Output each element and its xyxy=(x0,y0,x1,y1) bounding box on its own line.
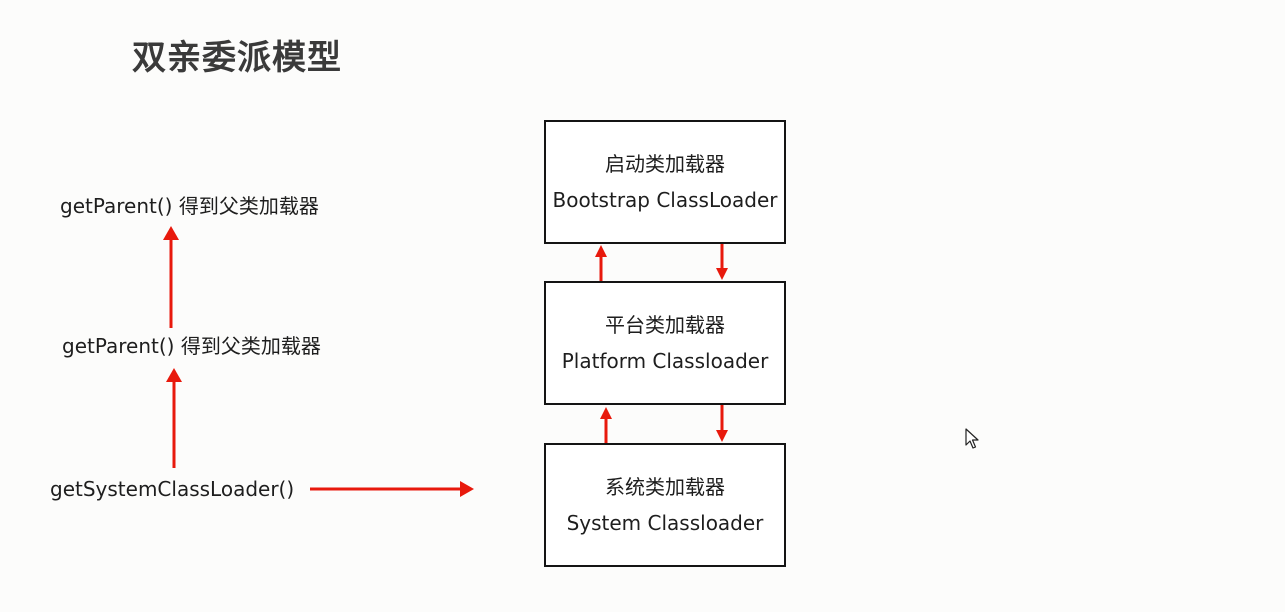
arrowhead-down-bootstrap-to-platform xyxy=(716,268,728,280)
get-parent-label-top: getParent() 得到父类加载器 xyxy=(60,194,319,218)
arrowhead-up-left-bottom xyxy=(166,368,182,382)
arrowhead-up-system-to-platform xyxy=(600,407,612,419)
mouse-pointer-icon xyxy=(965,428,979,449)
arrowhead-up-left-top xyxy=(163,226,179,240)
bootstrap-classloader-box: 启动类加载器 Bootstrap ClassLoader xyxy=(544,120,786,244)
arrowhead-up-platform-to-bootstrap xyxy=(595,245,607,257)
system-classloader-cn: 系统类加载器 xyxy=(605,475,725,499)
bootstrap-classloader-en: Bootstrap ClassLoader xyxy=(552,188,778,212)
arrowhead-right-to-system xyxy=(460,481,474,497)
platform-classloader-en: Platform Classloader xyxy=(561,349,769,373)
get-system-classloader-label: getSystemClassLoader() xyxy=(50,477,295,501)
page-title: 双亲委派模型 xyxy=(132,38,342,78)
bootstrap-classloader-cn: 启动类加载器 xyxy=(605,152,725,176)
platform-classloader-box: 平台类加载器 Platform Classloader xyxy=(544,281,786,405)
system-classloader-en: System Classloader xyxy=(566,511,764,535)
get-parent-label-mid: getParent() 得到父类加载器 xyxy=(62,334,321,358)
arrowhead-down-platform-to-system xyxy=(716,430,728,442)
platform-classloader-cn: 平台类加载器 xyxy=(605,313,725,337)
system-classloader-box: 系统类加载器 System Classloader xyxy=(544,443,786,567)
